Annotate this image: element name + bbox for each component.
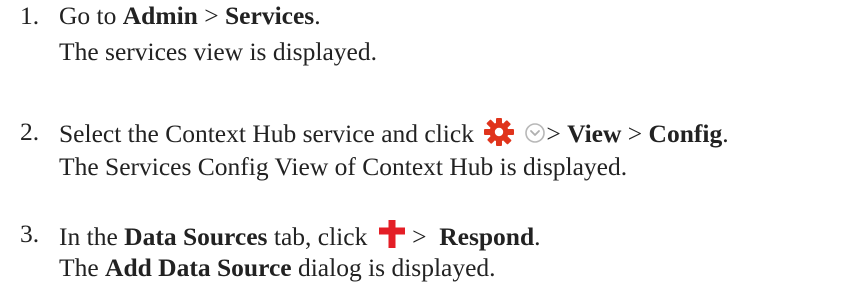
menu-admin: Admin [122,1,198,30]
step-result: The Add Data Source dialog is displayed. [59,253,496,282]
step-number: 2. [20,117,40,146]
step-instruction: Go to Admin > Services. [59,1,321,30]
step-instruction: Select the Context Hub service and click… [59,117,729,148]
chevron-down-circle-icon [524,121,546,143]
step-result: The Services Config View of Context Hub … [59,152,628,181]
menu-respond: Respond [439,222,535,251]
tab-data-sources: Data Sources [124,222,268,251]
menu-config: Config [648,119,723,148]
step-number: 3. [20,219,40,248]
menu-view: View [567,119,622,148]
dialog-name: Add Data Source [105,253,292,282]
step-instruction: In the Data Sources tab, click > Respond… [59,219,541,252]
plus-icon [378,219,406,249]
step-result: The services view is displayed. [59,37,377,66]
step-number: 1. [20,1,40,30]
gear-icon [482,117,516,147]
menu-services: Services [225,1,315,30]
